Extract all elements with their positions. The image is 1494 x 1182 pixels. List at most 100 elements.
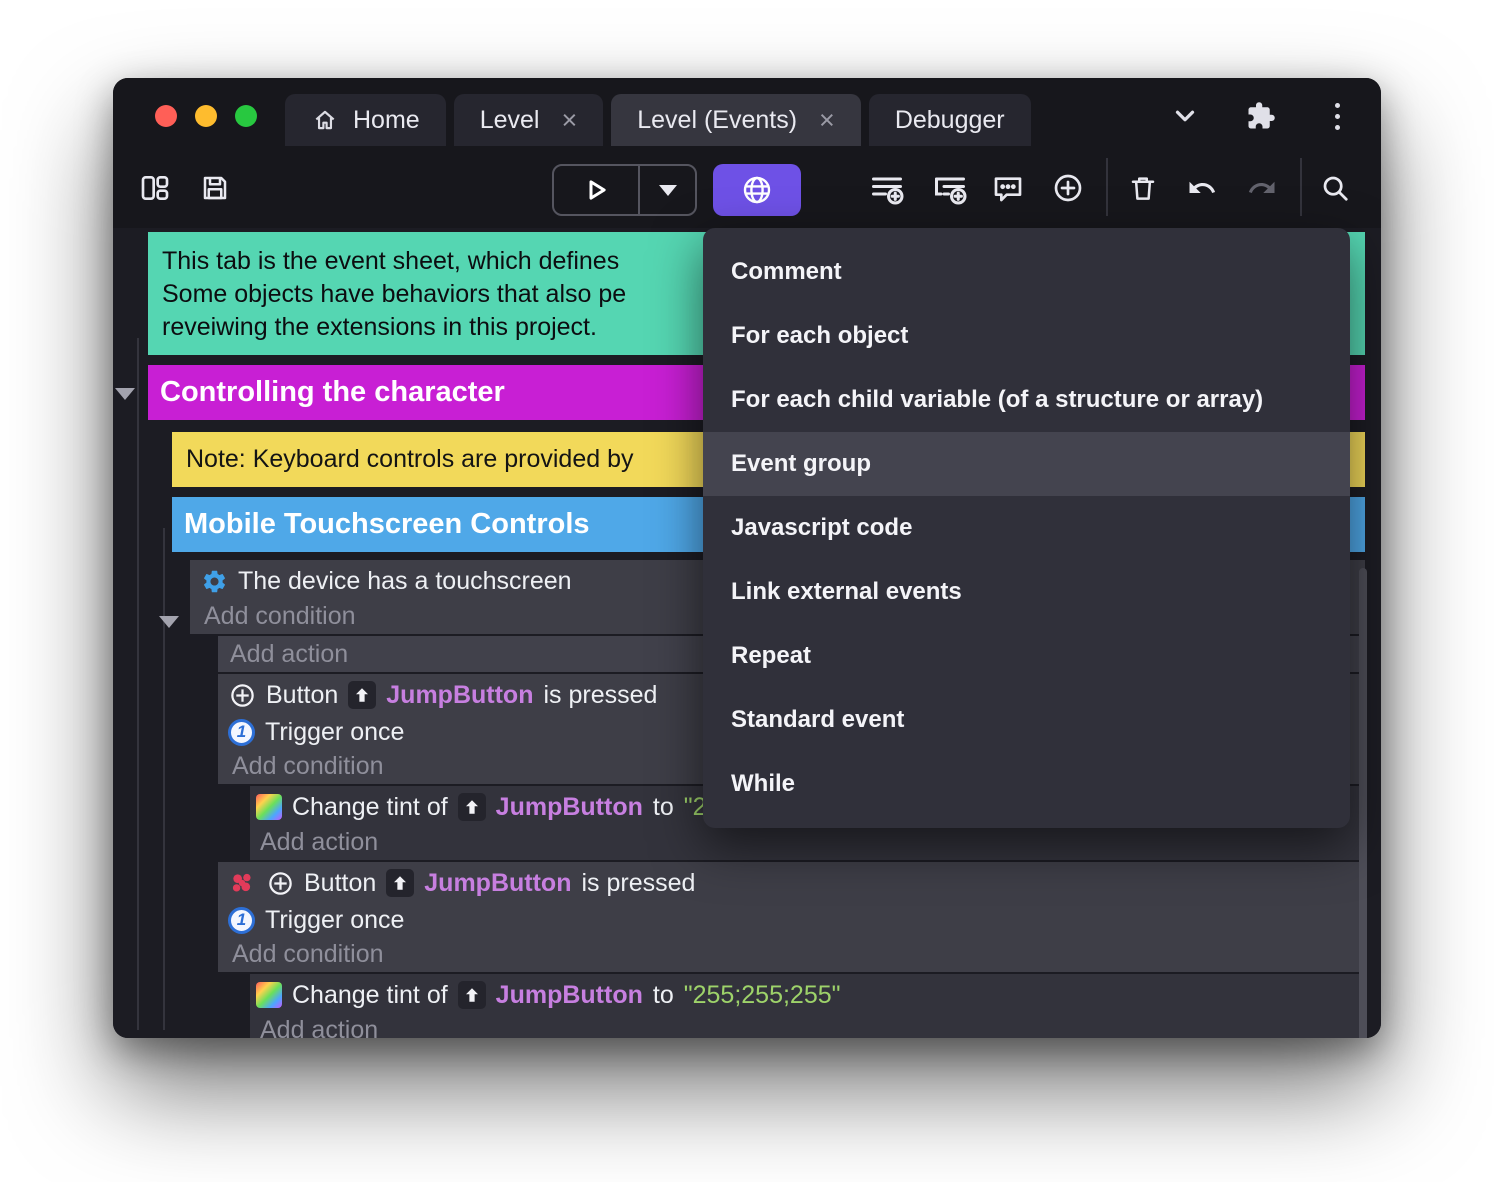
puzzle-icon (1248, 102, 1275, 129)
menu-item-standard-event[interactable]: Standard event (703, 688, 1350, 752)
titlebar: Home Level × Level (Events) × Debugger (113, 78, 1381, 146)
plus-circle-icon (1054, 174, 1082, 202)
save-icon (203, 176, 227, 200)
condition-text: Button (266, 680, 339, 709)
action-value: "255;255;255" (683, 980, 841, 1009)
action-text: Change tint of (292, 792, 448, 821)
add-event-button[interactable] (865, 166, 909, 210)
menu-item-javascript-code[interactable]: Javascript code (703, 496, 1350, 560)
condition-text: is pressed (543, 680, 658, 709)
play-icon (589, 180, 606, 200)
app-window: Home Level × Level (Events) × Debugger T… (113, 78, 1381, 1038)
kebab-icon (1334, 102, 1340, 108)
close-tab-icon[interactable]: × (819, 106, 835, 134)
trash-icon (1131, 177, 1155, 200)
toolbar-divider (1106, 158, 1108, 216)
search-button[interactable] (1313, 166, 1357, 210)
effect-splat-icon (228, 869, 256, 897)
search-icon (1323, 176, 1348, 201)
trigger-once-icon: 1 (228, 906, 255, 934)
tab-debugger[interactable]: Debugger (868, 94, 1031, 146)
condition-text: Trigger once (265, 717, 405, 746)
action-row[interactable]: Change tint of JumpButton to "255;255;25… (256, 976, 1365, 1014)
add-condition-link[interactable]: Add condition (228, 938, 1365, 970)
tab-label: Home (353, 105, 420, 134)
network-preview-button[interactable] (713, 164, 801, 216)
comment-bubble-icon (994, 177, 1022, 202)
menu-item-while[interactable]: While (703, 752, 1350, 816)
globe-icon (743, 176, 771, 204)
menu-item-link-external-events[interactable]: Link external events (703, 560, 1350, 624)
chevron-down-icon (1175, 110, 1195, 122)
traffic-lights (155, 105, 257, 127)
action-text: Change tint of (292, 980, 448, 1009)
note-text: Note: Keyboard controls are provided by (186, 445, 634, 473)
condition-row[interactable]: 1 Trigger once (228, 902, 1365, 938)
menu-item-for-each-object[interactable]: For each object (703, 304, 1350, 368)
preview-control (552, 164, 697, 216)
tab-label: Level (479, 105, 540, 134)
tab-level[interactable]: Level × (453, 94, 604, 146)
condition-text: is pressed (581, 868, 696, 897)
preview-options-button[interactable] (638, 166, 695, 214)
add-action-link[interactable]: Add action (256, 826, 1365, 858)
tint-icon (256, 982, 282, 1008)
choose-add-event-button[interactable] (1046, 166, 1090, 210)
save-button[interactable] (193, 166, 237, 210)
condition-text: The device has a touchscreen (238, 566, 572, 595)
object-name: JumpButton (424, 868, 572, 897)
add-comment-button[interactable] (986, 166, 1030, 210)
close-window-button[interactable] (155, 105, 177, 127)
titlebar-actions (1167, 98, 1355, 134)
toolbar (113, 146, 1381, 228)
tab-level-events[interactable]: Level (Events) × (611, 94, 861, 146)
tab-label: Level (Events) (637, 105, 798, 134)
vertical-scrollbar[interactable] (1359, 228, 1367, 1038)
zoom-window-button[interactable] (235, 105, 257, 127)
add-action-link[interactable]: Add action (256, 1014, 1365, 1039)
home-icon (311, 106, 339, 134)
gamepad-button-icon (228, 681, 256, 709)
condition-text: Button (304, 868, 377, 897)
caret-down-icon (658, 184, 677, 196)
menu-item-for-each-child-variable[interactable]: For each child variable (of a structure … (703, 368, 1350, 432)
object-name: JumpButton (495, 792, 643, 821)
delete-button[interactable] (1121, 166, 1165, 210)
extensions-button[interactable] (1243, 98, 1279, 134)
group-title: Mobile Touchscreen Controls (184, 508, 590, 540)
jumpbutton-object-icon (386, 869, 415, 897)
tab-list-dropdown-button[interactable] (1167, 98, 1203, 134)
close-tab-icon[interactable]: × (561, 106, 577, 134)
minimize-window-button[interactable] (195, 105, 217, 127)
condition-row[interactable]: Button JumpButton is pressed (228, 864, 1365, 902)
indent-guide (137, 338, 139, 1030)
menu-item-comment[interactable]: Comment (703, 240, 1350, 304)
toolbar-divider (1300, 158, 1302, 216)
add-subevent-icon (935, 177, 967, 205)
tint-icon (256, 794, 282, 820)
action-text: to (652, 980, 674, 1009)
touchscreen-gear-icon (200, 567, 228, 595)
tab-bar: Home Level × Level (Events) × Debugger (285, 94, 1031, 146)
redo-button[interactable] (1240, 166, 1284, 210)
tab-home[interactable]: Home (285, 94, 446, 146)
collapse-group-icon[interactable] (115, 388, 135, 400)
toggle-panels-button[interactable] (133, 166, 177, 210)
scrollbar-thumb[interactable] (1359, 568, 1367, 1038)
event-jumpbutton-released[interactable]: Button JumpButton is pressed 1 Trigger o… (218, 862, 1365, 972)
add-event-context-menu: Comment For each object For each child v… (703, 228, 1350, 828)
gamepad-button-icon (266, 869, 294, 897)
redo-icon (1248, 181, 1275, 193)
play-preview-button[interactable] (554, 166, 638, 214)
object-name: JumpButton (495, 980, 643, 1009)
panels-icon (141, 176, 169, 200)
add-subevent-button[interactable] (928, 166, 972, 210)
more-options-button[interactable] (1319, 98, 1355, 134)
add-event-icon (872, 177, 904, 205)
menu-item-repeat[interactable]: Repeat (703, 624, 1350, 688)
menu-item-event-group[interactable]: Event group (703, 432, 1350, 496)
object-name: JumpButton (386, 680, 534, 709)
action-change-tint[interactable]: Change tint of JumpButton to "255;255;25… (250, 974, 1365, 1038)
action-text: to (652, 792, 674, 821)
undo-button[interactable] (1180, 166, 1224, 210)
